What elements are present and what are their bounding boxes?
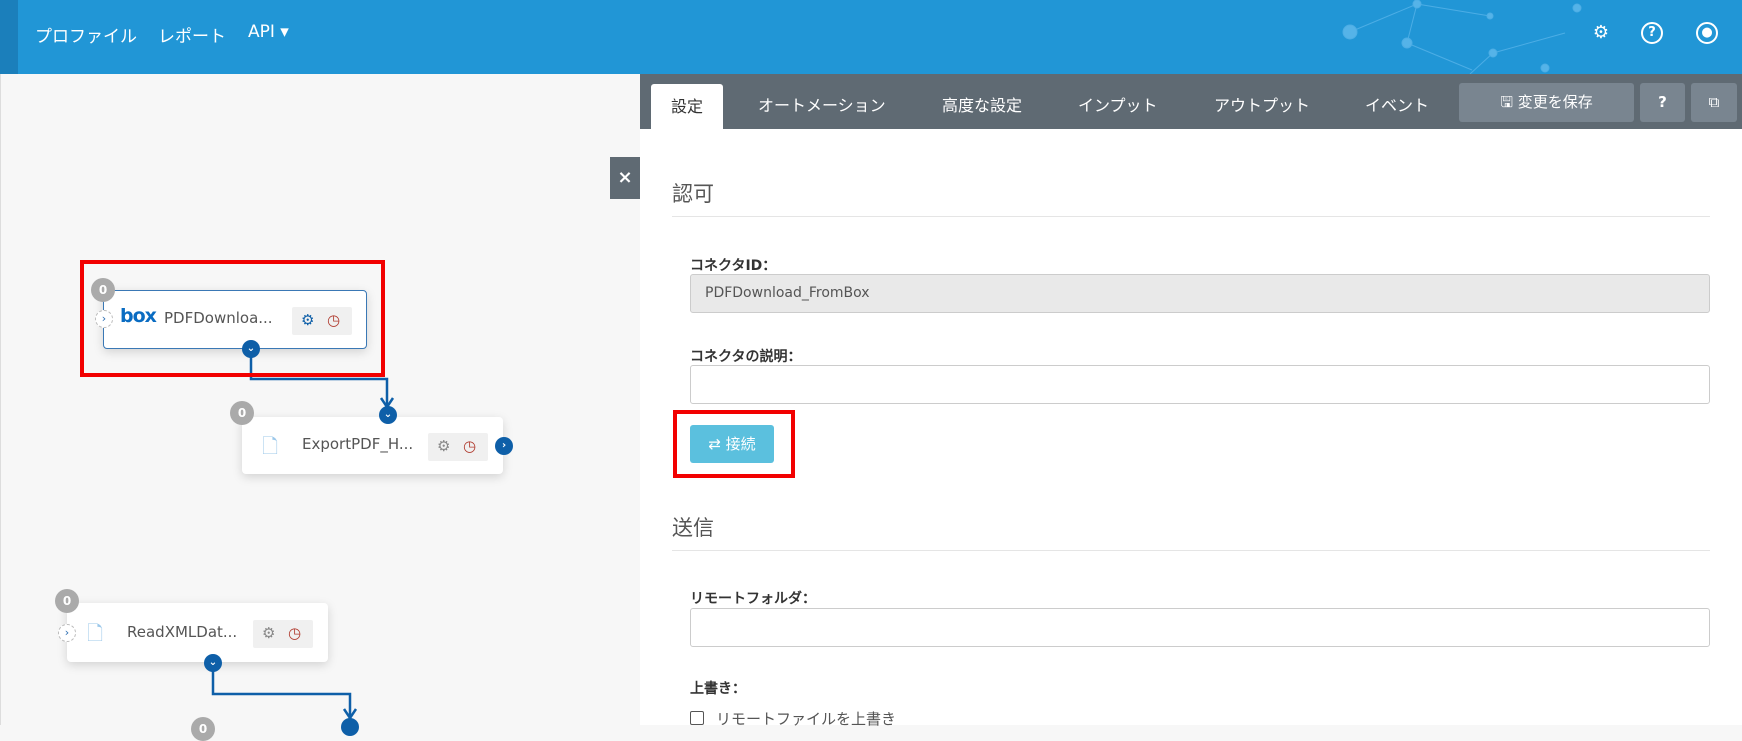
send-heading: 送信 <box>672 516 714 540</box>
gear-icon[interactable]: ⚙ <box>262 624 275 642</box>
node-tools: ⚙ ◷ <box>428 433 488 461</box>
connector-description-label: コネクタの説明： <box>690 349 802 365</box>
clock-icon[interactable]: ◷ <box>288 624 301 642</box>
tab-output[interactable]: アウトプット <box>1214 92 1310 116</box>
overwrite-checkbox-label[interactable]: リモートファイルを上書き <box>716 708 896 729</box>
gear-icon[interactable]: ⚙ <box>437 437 450 455</box>
file-icon: 🗋 <box>262 434 279 458</box>
node-badge: 0 <box>191 717 215 741</box>
close-panel-button[interactable]: × <box>610 157 640 199</box>
save-label: 変更を保存 <box>1517 93 1593 111</box>
clock-icon[interactable]: ◷ <box>463 437 476 455</box>
tab-input[interactable]: インプット <box>1078 92 1158 116</box>
divider <box>672 550 1710 551</box>
help-icon[interactable]: ? <box>1641 22 1663 44</box>
arrow-2 <box>211 671 352 716</box>
file-icon: 🗋 <box>87 621 104 645</box>
node-tools: ⚙ ◷ <box>253 620 313 648</box>
user-icon[interactable]: ● <box>1696 22 1718 44</box>
highlight-box <box>673 410 795 478</box>
save-icon: 🖫 <box>1500 93 1518 111</box>
settings-panel: 設定 オートメーション 高度な設定 インプット アウトプット イベント 🖫 変更… <box>640 74 1742 728</box>
connector-id-label: コネクタID： <box>690 258 777 274</box>
overwrite-label: 上書き： <box>690 681 746 697</box>
remote-folder-label: リモートフォルダ： <box>690 591 816 607</box>
connector-id-field[interactable]: PDFDownload_FromBox <box>690 274 1710 313</box>
tab-settings[interactable]: 設定 <box>651 84 723 129</box>
tab-events[interactable]: イベント <box>1365 92 1429 116</box>
remote-folder-field[interactable] <box>690 608 1710 647</box>
gear-icon[interactable]: ⚙ <box>1590 22 1612 44</box>
tab-advanced[interactable]: 高度な設定 <box>942 92 1022 116</box>
overwrite-checkbox[interactable] <box>690 711 704 725</box>
external-link-button[interactable]: ⧉ <box>1691 83 1737 122</box>
input-port[interactable]: › <box>58 624 76 642</box>
flow-node-readxml[interactable]: › 🗋 ReadXMLDat... ⚙ ◷ <box>58 603 328 662</box>
node-label: ReadXMLDat... <box>127 623 238 641</box>
output-port[interactable]: › <box>495 437 513 455</box>
node-badge: 0 <box>55 589 79 613</box>
tab-bar: 設定 オートメーション 高度な設定 インプット アウトプット イベント 🖫 変更… <box>640 74 1742 129</box>
divider <box>672 216 1710 217</box>
flow-node-exportpdf[interactable]: 🗋 ExportPDF_H... ⚙ ◷ <box>242 417 503 474</box>
save-changes-button[interactable]: 🖫 変更を保存 <box>1459 83 1634 122</box>
input-port[interactable] <box>341 718 359 736</box>
help-button[interactable]: ? <box>1640 83 1685 122</box>
connector-description-textarea[interactable] <box>690 365 1710 404</box>
tab-automation[interactable]: オートメーション <box>758 92 886 116</box>
highlight-box <box>80 260 385 377</box>
node-label: ExportPDF_H... <box>302 435 414 453</box>
node-badge: 0 <box>230 401 254 425</box>
auth-heading: 認可 <box>672 182 714 206</box>
output-port[interactable]: ⌄ <box>204 654 222 672</box>
input-port[interactable]: ⌄ <box>379 406 397 424</box>
